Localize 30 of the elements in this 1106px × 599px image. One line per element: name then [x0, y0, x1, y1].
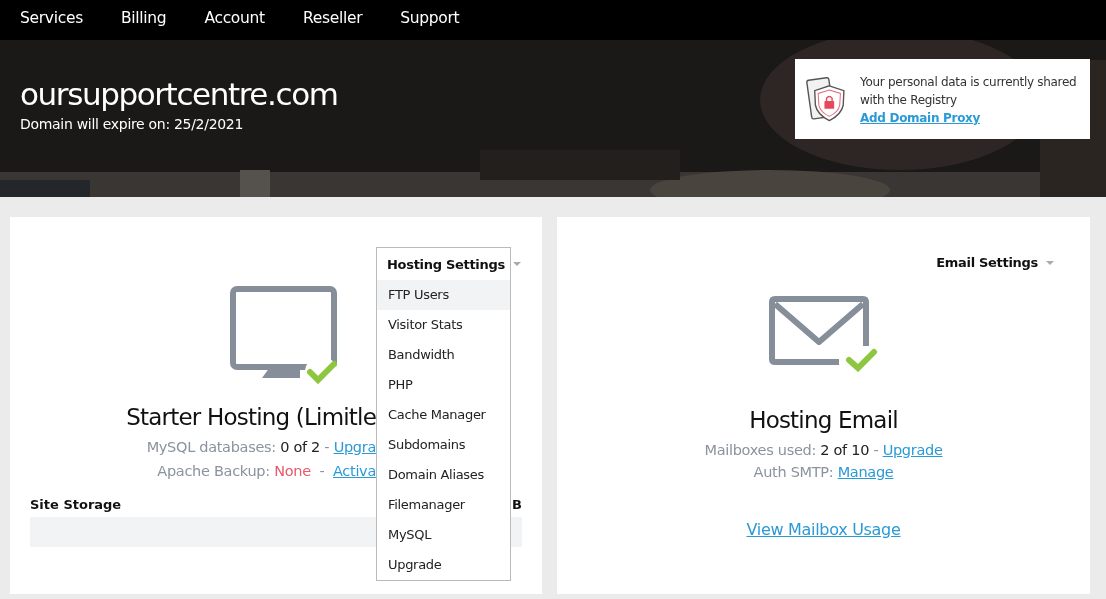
- menu-item[interactable]: Subdomains: [377, 430, 510, 460]
- envelope-check-icon: [768, 296, 879, 372]
- plan-title: Starter Hosting (Limitle: [126, 404, 376, 430]
- menu-item[interactable]: Upgrade: [377, 550, 510, 580]
- nav-link[interactable]: Billing: [120, 9, 167, 27]
- menu-item[interactable]: MySQL: [377, 520, 510, 550]
- caret-icon: [1046, 260, 1054, 265]
- info-line: Auth SMTP: Manage: [752, 463, 895, 482]
- plan-title: Hosting Email: [749, 407, 898, 433]
- storage-reading: B: [512, 497, 522, 512]
- nav-link[interactable]: Reseller: [302, 9, 363, 27]
- nav-link[interactable]: Account: [204, 9, 265, 27]
- menu-item[interactable]: FTP Users: [377, 280, 510, 310]
- info-line: Apache Backup: None - Activa: [157, 462, 376, 481]
- nav-link[interactable]: Support: [400, 9, 460, 27]
- expiry-date: Domain will expire on: 25/2/2021: [20, 116, 244, 132]
- nav-link[interactable]: Services: [20, 9, 83, 27]
- menu-item[interactable]: Visitor Stats: [377, 310, 510, 340]
- info-line: MySQL databases: 0 of 2 - Upgra: [146, 438, 376, 457]
- caret-icon: [512, 262, 521, 266]
- menu-item[interactable]: Filemanager: [377, 490, 510, 520]
- menu-item[interactable]: Bandwidth: [377, 340, 510, 370]
- menu-item[interactable]: Cache Manager: [377, 400, 510, 430]
- storage-label: Site Storage: [30, 497, 122, 512]
- menu-item[interactable]: Domain Aliases: [377, 460, 510, 490]
- info-line: Mailboxes used: 2 of 10 - Upgrade: [704, 441, 943, 460]
- menu-item[interactable]: PHP: [377, 370, 510, 400]
- settings-dropdown-button[interactable]: Email Settings: [936, 255, 1054, 270]
- domain-title: oursupportcentre.com: [20, 76, 338, 112]
- privacy-message: Your personal data is currently shared with the Registry: [860, 74, 1078, 109]
